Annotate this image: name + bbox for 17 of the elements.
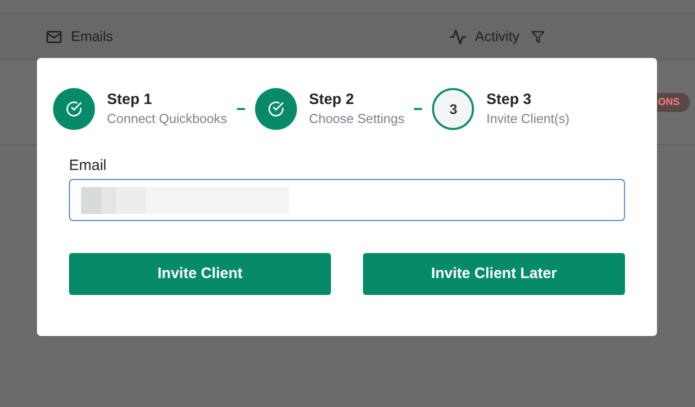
step-subtitle: Choose Settings (308, 110, 404, 128)
check-icon (65, 100, 83, 118)
step-title: Step 2 (308, 90, 355, 110)
step-subtitle: Connect Quickbooks (107, 110, 227, 128)
step-number: 3 (449, 100, 458, 118)
filter-icon[interactable] (531, 30, 546, 44)
email-field[interactable] (69, 179, 625, 221)
invite-button[interactable]: Invite Client (69, 253, 331, 295)
field-label: Email (69, 156, 108, 176)
step-title: Step 1 (107, 90, 154, 110)
step-subtitle: Invite Client(s) (486, 110, 570, 128)
step-title: Step 3 (486, 90, 532, 110)
invite-button[interactable]: Invite Client Later (363, 253, 625, 295)
check-icon (266, 100, 285, 118)
activity-icon (449, 28, 467, 46)
column-header: Activity (475, 27, 520, 46)
column-header: Emails (71, 27, 114, 46)
